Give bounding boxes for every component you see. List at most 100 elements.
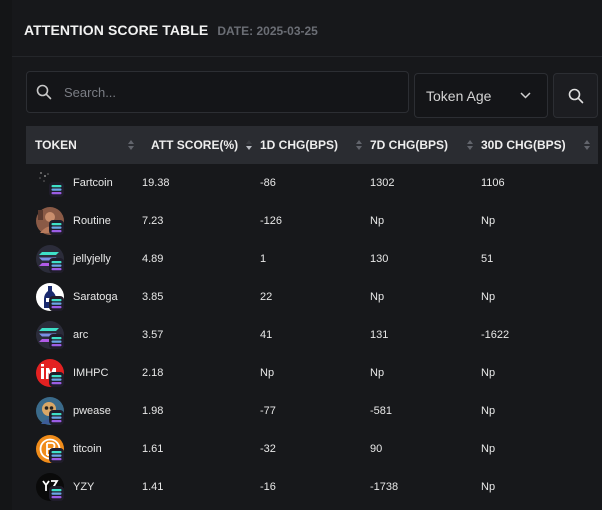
solana-badge-icon [49, 258, 64, 273]
solana-badge-icon [49, 334, 64, 349]
search-icon [36, 84, 52, 100]
column-header-label: 7D CHG(BPS) [370, 138, 449, 152]
table-row[interactable]: Routine 7.23 -126 Np Np [26, 202, 598, 240]
table-body: Fartcoin 19.38 -86 1302 1106 Routine 7.2… [26, 164, 598, 506]
solana-badge-icon [49, 486, 64, 501]
1d-change-cell: -16 [260, 481, 276, 493]
solana-badge-icon [49, 296, 64, 311]
fartcoin-avatar [35, 168, 65, 198]
1d-change-cell: 41 [260, 329, 273, 341]
solana-badge-icon [49, 182, 64, 197]
30d-change-cell: Np [481, 367, 496, 379]
solana-avatar [35, 320, 65, 350]
sort-arrows-icon[interactable] [584, 140, 590, 150]
token-name[interactable]: pwease [73, 405, 111, 417]
att-score-cell: 1.61 [142, 443, 164, 455]
att-score-cell: 7.23 [142, 215, 164, 227]
token-age-dropdown[interactable]: Token Age [414, 73, 548, 118]
column-header-label: 30D CHG(BPS) [481, 138, 566, 152]
att-score-cell: 1.98 [142, 405, 164, 417]
7d-change-cell: Np [370, 215, 385, 227]
1d-change-cell: 1 [260, 253, 267, 265]
7d-change-cell: -581 [370, 405, 393, 417]
30d-change-cell: Np [481, 291, 496, 303]
pwease-avatar [35, 396, 65, 426]
sort-arrows-icon[interactable] [356, 140, 362, 150]
sort-arrows-icon[interactable] [128, 140, 134, 150]
30d-change-cell: Np [481, 215, 496, 227]
7d-change-cell: 1302 [370, 177, 395, 189]
solana-badge-icon [49, 410, 64, 425]
solana-badge-icon [49, 448, 64, 463]
table-row[interactable]: Saratoga 3.85 22 Np Np [26, 278, 598, 316]
30d-change-cell: Np [481, 481, 496, 493]
search-input[interactable] [62, 83, 386, 101]
column-header-1d-change[interactable]: 1D CHG(BPS) [260, 126, 370, 164]
att-score-cell: 4.89 [142, 253, 164, 265]
saratoga-avatar [35, 282, 65, 312]
solana-badge-icon [49, 372, 64, 387]
30d-change-cell: Np [481, 405, 496, 417]
token-name[interactable]: arc [73, 329, 88, 341]
token-name[interactable]: titcoin [73, 443, 102, 455]
imhpc-avatar [35, 358, 65, 388]
30d-change-cell: Np [481, 443, 496, 455]
table-row[interactable]: Fartcoin 19.38 -86 1302 1106 [26, 164, 598, 202]
date-label: DATE: 2025-03-25 [217, 24, 318, 38]
7d-change-cell: -1738 [370, 481, 399, 493]
1d-change-cell: -77 [260, 405, 276, 417]
column-header-label: 1D CHG(BPS) [260, 138, 339, 152]
panel-header: ATTENTION SCORE TABLE DATE: 2025-03-25 [24, 22, 318, 44]
search-box[interactable] [26, 71, 409, 113]
token-name[interactable]: Routine [73, 215, 111, 227]
table-row[interactable]: YZY 1.41 -16 -1738 Np [26, 468, 598, 506]
table-row[interactable]: jellyjelly 4.89 1 130 51 [26, 240, 598, 278]
table-row[interactable]: arc 3.57 41 131 -1622 [26, 316, 598, 354]
sort-arrows-icon[interactable] [246, 140, 252, 150]
att-score-cell: 3.85 [142, 291, 164, 303]
routine-avatar [35, 206, 65, 236]
7d-change-cell: 131 [370, 329, 389, 341]
token-name[interactable]: YZY [73, 481, 94, 493]
1d-change-cell: Np [260, 367, 275, 379]
7d-change-cell: Np [370, 367, 385, 379]
column-header-att-score[interactable]: ATT SCORE(%) [142, 126, 260, 164]
1d-change-cell: -86 [260, 177, 276, 189]
1d-change-cell: 22 [260, 291, 273, 303]
att-score-cell: 1.41 [142, 481, 164, 493]
7d-change-cell: 130 [370, 253, 389, 265]
column-header-7d-change[interactable]: 7D CHG(BPS) [370, 126, 481, 164]
page: ATTENTION SCORE TABLE DATE: 2025-03-25 T… [0, 0, 602, 510]
30d-change-cell: -1622 [481, 329, 510, 341]
token-name[interactable]: Saratoga [73, 291, 118, 303]
search-icon [568, 88, 583, 103]
attention-score-table: TOKEN ATT SCORE(%) 1D CHG(BPS) 7D CHG(BP… [26, 126, 598, 506]
table-row[interactable]: pwease 1.98 -77 -581 Np [26, 392, 598, 430]
30d-change-cell: 51 [481, 253, 494, 265]
page-title: ATTENTION SCORE TABLE [24, 22, 209, 38]
sort-arrows-icon[interactable] [467, 140, 473, 150]
column-header-token[interactable]: TOKEN [26, 126, 142, 164]
token-name[interactable]: IMHPC [73, 367, 108, 379]
search-button[interactable] [553, 73, 598, 118]
30d-change-cell: 1106 [481, 177, 505, 189]
token-name[interactable]: jellyjelly [73, 253, 111, 265]
column-header-30d-change[interactable]: 30D CHG(BPS) [481, 126, 598, 164]
att-score-cell: 3.57 [142, 329, 164, 341]
7d-change-cell: 90 [370, 443, 383, 455]
table-row[interactable]: IMHPC 2.18 Np Np Np [26, 354, 598, 392]
att-score-cell: 2.18 [142, 367, 164, 379]
1d-change-cell: -32 [260, 443, 276, 455]
table-header-row: TOKEN ATT SCORE(%) 1D CHG(BPS) 7D CHG(BP… [26, 126, 598, 164]
chevron-down-icon [520, 92, 531, 99]
solana-badge-icon [49, 220, 64, 235]
dropdown-selected-value: Token Age [426, 87, 492, 104]
token-name[interactable]: Fartcoin [73, 177, 113, 189]
solana-avatar [35, 244, 65, 274]
att-score-cell: 19.38 [142, 177, 170, 189]
1d-change-cell: -126 [260, 215, 283, 227]
table-row[interactable]: titcoin 1.61 -32 90 Np [26, 430, 598, 468]
column-header-label: ATT SCORE(%) [151, 138, 239, 152]
yzy-avatar [35, 472, 65, 502]
header-divider [12, 56, 602, 57]
